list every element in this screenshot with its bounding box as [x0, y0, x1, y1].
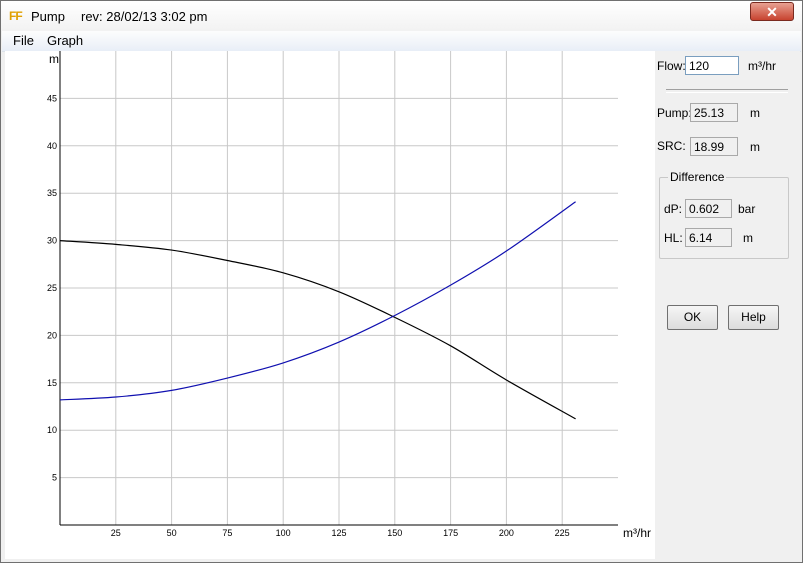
- y-tick-label: 5: [52, 473, 57, 483]
- ok-button[interactable]: OK: [667, 305, 718, 330]
- chart-series: [59, 201, 576, 420]
- menu-bar: File Graph: [2, 31, 801, 52]
- dp-label: dP:: [664, 202, 683, 216]
- x-tick-label: 50: [167, 528, 177, 538]
- src-value-field: 18.99: [690, 137, 738, 156]
- x-tick-label: 100: [276, 528, 291, 538]
- y-tick-label: 20: [47, 330, 57, 340]
- hl-label: HL:: [664, 231, 683, 245]
- difference-title: Difference: [668, 170, 727, 184]
- window-title: Pump: [31, 9, 65, 24]
- difference-group: Difference dP: 0.602 bar HL: 6.14 m: [659, 170, 789, 259]
- x-tick-label: 125: [331, 528, 346, 538]
- hl-value-field: 6.14: [685, 228, 732, 247]
- dp-value-field: 0.602: [685, 199, 732, 218]
- x-tick-label: 75: [222, 528, 232, 538]
- x-tick-label: 175: [443, 528, 458, 538]
- series-line-2: [59, 201, 576, 401]
- x-tick-label: 200: [499, 528, 514, 538]
- y-tick-label: 35: [47, 188, 57, 198]
- src-label: SRC:: [657, 139, 686, 153]
- results-panel: Flow: 120 m³/hr Pump: 25.13 m SRC: 18.99…: [655, 51, 800, 559]
- menu-file[interactable]: File: [13, 33, 34, 48]
- graph-area: 25 50 75 100 125 150 175 200 225 5 10 15 20 25 30 35 40 4…: [5, 51, 655, 559]
- src-unit: m: [750, 140, 760, 154]
- chart-grid: [60, 51, 618, 525]
- x-tick-label: 25: [111, 528, 121, 538]
- y-tick-label: 15: [47, 378, 57, 388]
- series-line-1: [59, 240, 576, 420]
- pump-label: Pump:: [657, 106, 692, 120]
- chart-tick-labels: 25 50 75 100 125 150 175 200 225 5 10 15 20 25 30 35 40 4…: [47, 93, 570, 538]
- y-axis-label: m: [49, 52, 59, 66]
- flow-label: Flow:: [657, 59, 686, 73]
- close-icon: ✕: [766, 4, 778, 20]
- pump-unit: m: [750, 106, 760, 120]
- title-bar[interactable]: FF Pump rev: 28/02/13 3:02 pm ✕: [1, 1, 802, 31]
- x-tick-label: 225: [555, 528, 570, 538]
- y-tick-label: 45: [47, 93, 57, 103]
- pump-curve-chart: 25 50 75 100 125 150 175 200 225 5 10 15 20 25 30 35 40 4…: [47, 51, 651, 540]
- hl-unit: m: [743, 231, 753, 245]
- x-tick-label: 150: [387, 528, 402, 538]
- revision-text: rev: 28/02/13 3:02 pm: [81, 9, 208, 24]
- y-tick-label: 25: [47, 283, 57, 293]
- flow-input[interactable]: 120: [685, 56, 739, 75]
- app-icon: FF: [9, 9, 23, 23]
- close-button[interactable]: ✕: [750, 2, 794, 21]
- pump-window: FF Pump rev: 28/02/13 3:02 pm ✕ File Gra…: [0, 0, 803, 563]
- pump-value-field: 25.13: [690, 103, 738, 122]
- flow-unit: m³/hr: [748, 59, 776, 73]
- dp-unit: bar: [738, 202, 756, 216]
- x-axis-label: m³/hr: [623, 526, 651, 540]
- menu-graph[interactable]: Graph: [47, 33, 83, 48]
- app-icon-label: FF: [9, 9, 23, 23]
- help-button[interactable]: Help: [728, 305, 779, 330]
- y-tick-label: 40: [47, 141, 57, 151]
- y-tick-label: 10: [47, 425, 57, 435]
- panel-divider: [666, 89, 788, 93]
- y-tick-label: 30: [47, 236, 57, 246]
